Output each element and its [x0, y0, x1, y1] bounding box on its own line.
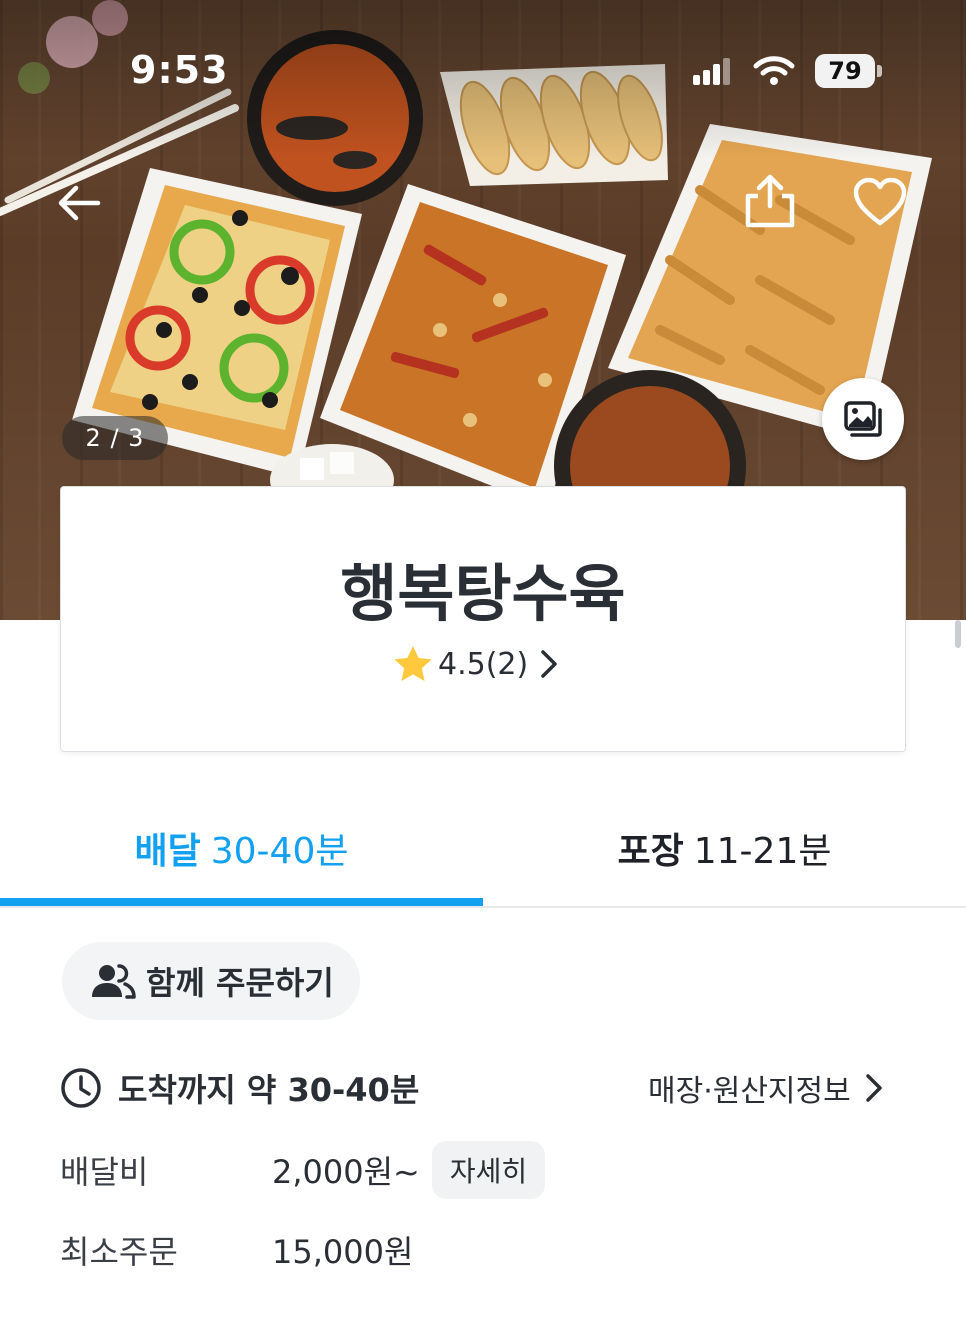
favorite-button[interactable]	[852, 176, 908, 228]
store-info-label: 매장·원산지정보	[648, 1074, 851, 1109]
tab-pickup[interactable]: 포장 11-21분	[483, 790, 966, 906]
delivery-fee-label: 배달비	[60, 1153, 149, 1191]
gallery-icon	[844, 401, 882, 437]
star-icon	[394, 646, 432, 681]
eta-row: 도착까지 약 30-40분	[60, 1066, 419, 1110]
back-arrow-icon	[58, 185, 101, 221]
delivery-fee-row: 배달비 2,000원~ 자세히	[60, 1141, 546, 1199]
battery-indicator: 79	[815, 54, 882, 88]
battery-level: 79	[815, 54, 875, 88]
group-order-label: 함께 주문하기	[146, 964, 334, 1002]
gallery-button[interactable]	[822, 378, 904, 460]
eta-label: 도착까지 약 30-40분	[118, 1071, 420, 1109]
status-icons: 79	[693, 54, 882, 88]
min-order-value: 15,000원	[272, 1233, 414, 1271]
tab-pickup-time: 11-21분	[693, 831, 832, 872]
tab-delivery-label: 배달	[134, 831, 201, 872]
chevron-right-icon	[541, 650, 557, 678]
rating-link[interactable]: 4.5(2)	[392, 644, 562, 684]
chevron-right-icon	[866, 1074, 882, 1102]
store-info-link[interactable]: 매장·원산지정보	[648, 1066, 883, 1110]
tab-delivery-time: 30-40분	[210, 831, 349, 872]
min-order-label: 최소주문	[60, 1233, 178, 1271]
image-counter: 2 / 3	[62, 416, 168, 460]
wifi-icon	[753, 56, 795, 85]
back-button[interactable]	[54, 178, 104, 228]
tab-delivery[interactable]: 배달 30-40분	[0, 790, 483, 906]
share-icon	[745, 174, 795, 228]
signal-icon	[693, 58, 730, 85]
store-card: 행복탕수육	[60, 486, 906, 752]
rating-value: 4.5(2)	[438, 646, 529, 682]
delivery-fee-value: 2,000원~	[272, 1153, 420, 1191]
scrollbar[interactable]	[955, 620, 961, 648]
min-order-row: 최소주문 15,000원	[60, 1222, 413, 1278]
delivery-fee-detail-button[interactable]: 자세히	[431, 1141, 546, 1199]
store-name: 행복탕수육	[340, 557, 626, 630]
people-icon	[92, 964, 136, 999]
share-button[interactable]	[742, 172, 798, 230]
status-time: 9:53	[130, 48, 229, 92]
tab-pickup-label: 포장	[617, 831, 684, 872]
group-order-button[interactable]: 함께 주문하기	[62, 942, 360, 1020]
battery-tip	[877, 65, 882, 77]
heart-icon	[853, 177, 907, 226]
order-type-tabs: 배달 30-40분 포장 11-21분	[0, 790, 966, 908]
clock-icon	[61, 1068, 101, 1108]
tab-active-indicator	[0, 898, 483, 906]
